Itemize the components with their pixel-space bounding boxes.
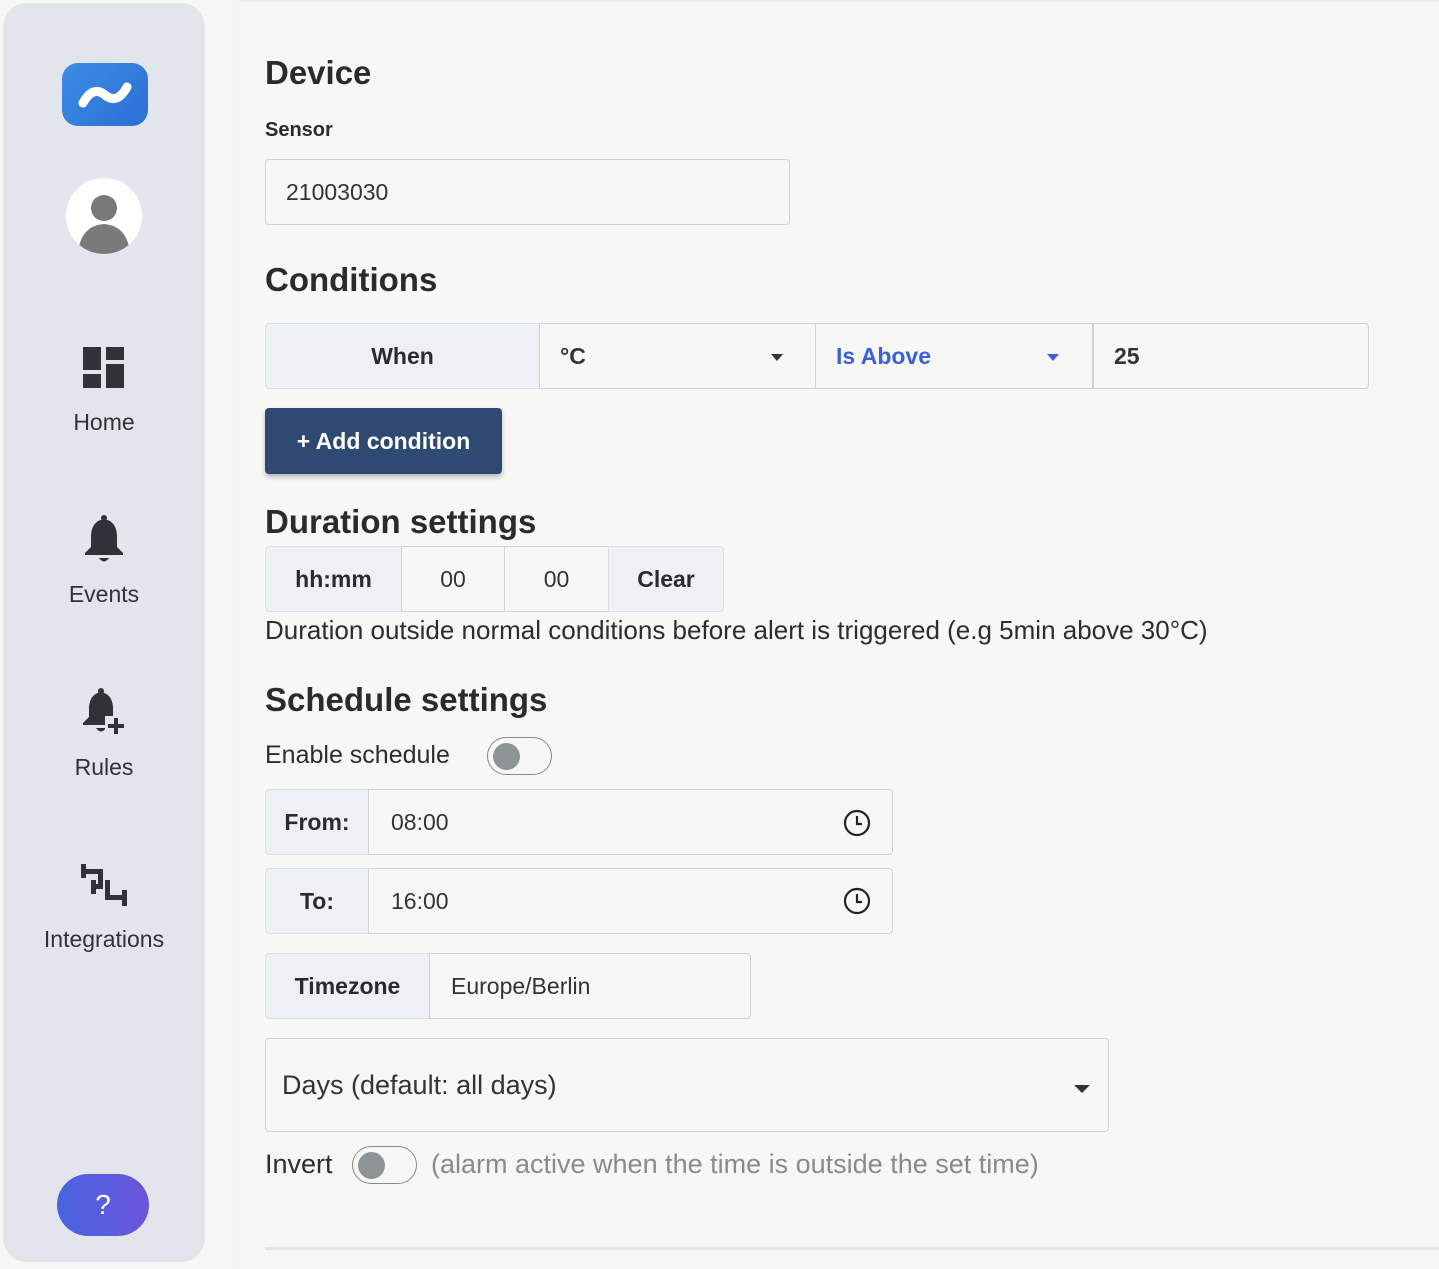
- sensor-field[interactable]: 21003030: [265, 159, 790, 225]
- avatar[interactable]: [66, 178, 142, 254]
- integrations-icon: [81, 864, 127, 906]
- to-value: 16:00: [391, 887, 449, 914]
- days-select[interactable]: Days (default: all days): [265, 1038, 1109, 1132]
- days-placeholder: Days (default: all days): [282, 1069, 557, 1100]
- when-label: When: [265, 323, 540, 389]
- unit-value: °C: [560, 342, 586, 369]
- main-divider: [232, 0, 240, 1269]
- clock-icon[interactable]: [843, 809, 871, 837]
- toggle-knob: [358, 1152, 385, 1179]
- bell-plus-icon: [83, 688, 127, 734]
- threshold-input[interactable]: 25: [1093, 323, 1369, 389]
- schedule-title: Schedule settings: [265, 681, 548, 718]
- timezone-label: Timezone: [265, 953, 430, 1019]
- app-logo[interactable]: [62, 63, 148, 126]
- invert-label: Invert: [265, 1149, 333, 1179]
- duration-title: Duration settings: [265, 503, 537, 540]
- minutes-input[interactable]: 00: [504, 546, 609, 612]
- timezone-value: Europe/Berlin: [451, 972, 591, 999]
- unit-select[interactable]: °C: [539, 323, 816, 389]
- add-condition-button[interactable]: + Add condition: [265, 408, 502, 474]
- user-icon: [78, 195, 130, 254]
- chevron-down-icon: [1047, 354, 1059, 361]
- nav-item-events[interactable]: Events: [3, 515, 205, 608]
- to-label: To:: [265, 868, 369, 934]
- nav-label-rules: Rules: [74, 754, 134, 780]
- hours-input[interactable]: 00: [401, 546, 505, 612]
- device-title: Device: [265, 54, 372, 91]
- chevron-down-icon: [1074, 1085, 1090, 1093]
- sensor-value: 21003030: [286, 178, 389, 205]
- operator-select[interactable]: Is Above: [815, 323, 1093, 389]
- duration-help-text: Duration outside normal conditions befor…: [265, 615, 1208, 645]
- clear-duration-button[interactable]: Clear: [608, 546, 724, 612]
- link-logo-icon: [78, 82, 132, 107]
- top-border: [240, 0, 1439, 2]
- from-value: 08:00: [391, 808, 449, 835]
- help-button[interactable]: ?: [57, 1174, 149, 1236]
- minutes-value: 00: [543, 565, 570, 592]
- operator-value: Is Above: [836, 342, 932, 369]
- conditions-title: Conditions: [265, 261, 438, 298]
- dashboard-icon: [83, 347, 124, 388]
- nav-item-home[interactable]: Home: [3, 343, 205, 436]
- enable-schedule-label: Enable schedule: [265, 741, 450, 769]
- to-time-input[interactable]: 16:00: [368, 868, 893, 934]
- invert-toggle[interactable]: [352, 1146, 417, 1184]
- clock-icon[interactable]: [843, 887, 871, 915]
- sidebar: Home Events Rules Integrations ?: [3, 3, 205, 1262]
- chevron-down-icon: [771, 354, 783, 361]
- nav-item-integrations[interactable]: Integrations: [3, 860, 205, 953]
- nav-item-rules[interactable]: Rules: [3, 688, 205, 781]
- invert-help-text: (alarm active when the time is outside t…: [431, 1149, 1039, 1179]
- threshold-value: 25: [1114, 342, 1140, 369]
- sensor-label: Sensor: [265, 119, 333, 141]
- from-label: From:: [265, 789, 369, 855]
- hours-value: 00: [440, 565, 466, 592]
- duration-format-label: hh:mm: [265, 546, 402, 612]
- toggle-knob: [493, 743, 520, 770]
- bell-icon: [85, 515, 123, 562]
- from-time-input[interactable]: 08:00: [368, 789, 893, 855]
- timezone-input[interactable]: Europe/Berlin: [429, 953, 751, 1019]
- section-divider: [265, 1247, 1439, 1250]
- nav-label-home: Home: [73, 409, 135, 435]
- enable-schedule-toggle[interactable]: [487, 737, 552, 775]
- nav-label-integrations: Integrations: [43, 926, 165, 952]
- nav-label-events: Events: [68, 581, 140, 607]
